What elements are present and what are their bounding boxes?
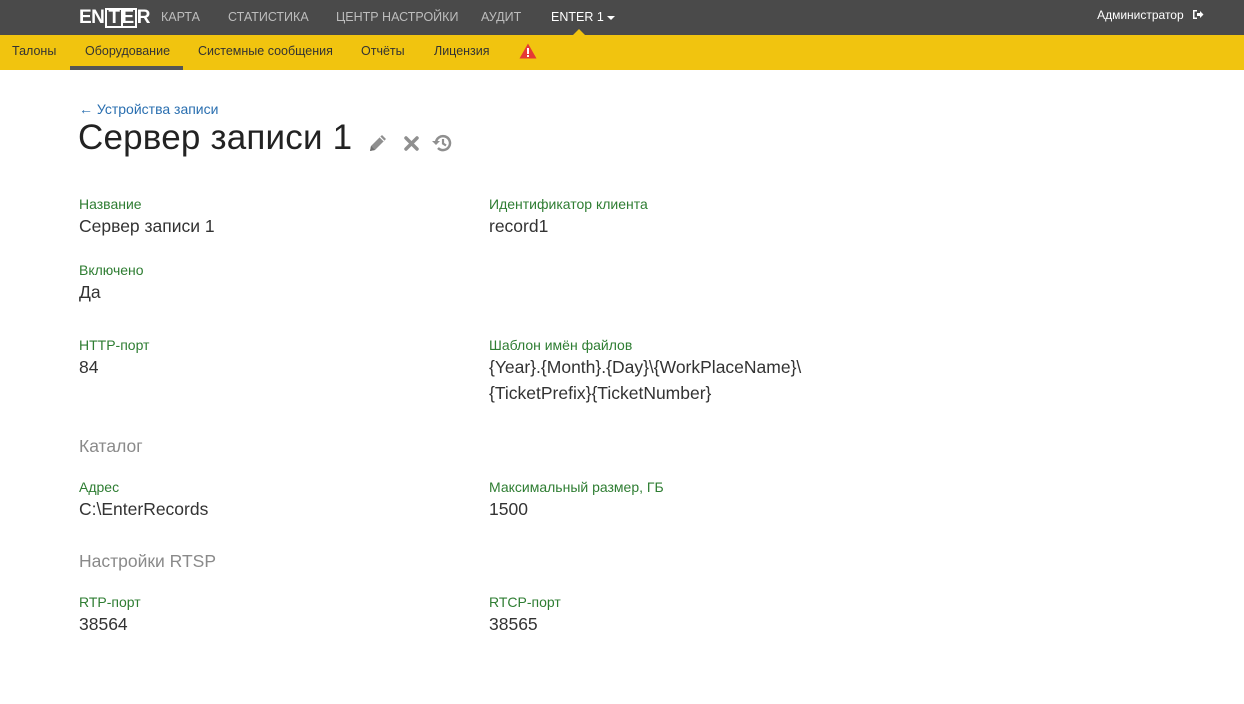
user-name: Администратор (1097, 8, 1184, 22)
caret-down-icon (606, 15, 615, 20)
tab-equipment[interactable]: Оборудование (70, 35, 183, 70)
nav-settings-center[interactable]: ЦЕНТР НАСТРОЙКИ (336, 0, 458, 35)
warning-icon[interactable] (519, 43, 537, 59)
sub-navbar: Талоны Оборудование Системные сообщения … (0, 35, 1244, 70)
name-label: Название (79, 196, 142, 212)
client-id-value: record1 (489, 216, 549, 236)
tab-reports[interactable]: Отчёты (361, 35, 405, 70)
nav-audit[interactable]: АУДИТ (481, 0, 521, 35)
top-navbar: EN T E R КАРТА СТАТИСТИКА ЦЕНТР НАСТРОЙКИ А… (0, 0, 1244, 35)
filename-template-label: Шаблон имён файлов (489, 337, 633, 353)
http-port-label: HTTP-порт (79, 337, 150, 353)
http-port-value: 84 (79, 357, 99, 377)
address-label: Адрес (79, 479, 120, 495)
enter-logo[interactable]: EN T E R (79, 7, 150, 29)
rtcp-port-label: RTCP-порт (489, 594, 561, 610)
page-title: Сервер записи 1 (78, 118, 353, 157)
max-size-label: Максимальный размер, ГБ (489, 479, 664, 495)
address-value: C:\EnterRecords (79, 499, 209, 519)
rtcp-port-value: 38565 (489, 614, 538, 634)
filename-template-value-line1: {Year}.{Month}.{Day}\{WorkPlaceName}\ (489, 357, 802, 377)
enabled-label: Включено (79, 262, 144, 278)
max-size-value: 1500 (489, 499, 528, 519)
tab-tickets[interactable]: Талоны (12, 35, 56, 70)
history-icon[interactable] (430, 132, 452, 154)
edit-icon[interactable] (367, 132, 389, 154)
tab-license[interactable]: Лицензия (434, 35, 490, 70)
name-value: Сервер записи 1 (79, 216, 215, 236)
client-id-label: Идентификатор клиента (489, 196, 648, 212)
nav-statistics[interactable]: СТАТИСТИКА (228, 0, 309, 35)
enabled-value: Да (79, 282, 101, 302)
filename-template-value-line2: {TicketPrefix}{TicketNumber} (489, 383, 712, 403)
back-link[interactable]: ← Устройства записи (79, 101, 218, 117)
rtsp-heading: Настройки RTSP (79, 551, 217, 571)
rtp-port-value: 38564 (79, 614, 128, 634)
catalog-heading: Каталог (79, 436, 143, 456)
nav-map[interactable]: КАРТА (161, 0, 200, 35)
tab-system-messages[interactable]: Системные сообщения (198, 35, 333, 70)
user-menu[interactable]: Администратор (1097, 0, 1204, 35)
nav-enter1-label: ENTER 1 (551, 10, 604, 24)
delete-icon[interactable] (401, 132, 423, 154)
rtp-port-label: RTP-порт (79, 594, 141, 610)
logout-icon[interactable] (1192, 1, 1204, 32)
